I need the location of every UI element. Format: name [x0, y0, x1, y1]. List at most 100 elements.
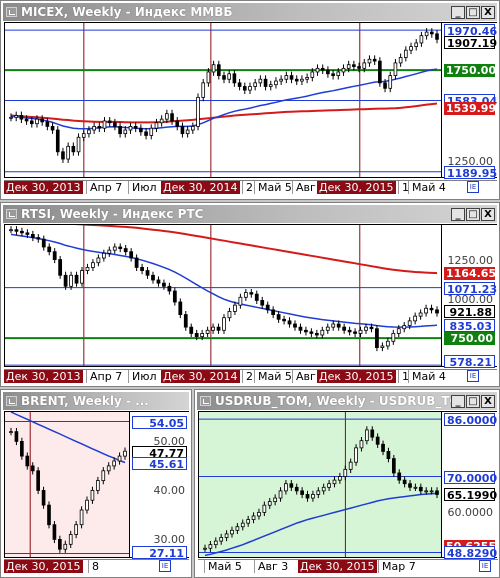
- micex-time-axis[interactable]: Дек 30, 2013 Апр 7 Июл Дек 30, 2014 2 Ма…: [4, 180, 497, 194]
- micex-titlebar[interactable]: MICEX, Weekly - Индекс ММВБ _ □ X: [3, 3, 497, 21]
- usdrub-price-axis[interactable]: 86.000070.000065.199060.000050.625548.82…: [441, 411, 497, 560]
- minimize-button[interactable]: _: [451, 394, 465, 408]
- candle-body: [284, 75, 289, 80]
- time-label: Апр 7: [86, 370, 124, 383]
- candle-body: [189, 326, 194, 334]
- micex-chart-window[interactable]: MICEX, Weekly - Индекс ММВБ _ □ X 1970.4…: [0, 0, 500, 200]
- rtsi-price-chart: [5, 225, 441, 366]
- candle-body: [63, 274, 68, 287]
- candle-body: [97, 125, 102, 129]
- price-tag: 1750.00: [444, 64, 497, 78]
- candle-body: [107, 120, 112, 124]
- brent-chart-window[interactable]: BRENT, Weekly - ... 54.05 50.00 47.77 45.61…: [0, 389, 192, 578]
- candle-body: [260, 300, 265, 306]
- candle-body: [300, 78, 304, 82]
- brent-titlebar[interactable]: BRENT, Weekly - ...: [3, 392, 189, 410]
- chart-settings-icon[interactable]: IE: [467, 370, 479, 382]
- candle-body: [429, 490, 434, 493]
- candle-body: [413, 486, 418, 489]
- chart-settings-icon[interactable]: IE: [479, 560, 491, 572]
- candle-body: [175, 120, 180, 127]
- candle-body: [201, 82, 206, 98]
- candle-body: [357, 66, 361, 69]
- candle-body: [167, 285, 172, 292]
- rtsi-titlebar[interactable]: RTSI, Weekly - Индекс РТС _ □ X: [3, 205, 497, 223]
- time-label: Дек 30, 2013: [4, 181, 83, 194]
- candle-body: [9, 229, 13, 232]
- candle-body: [396, 328, 401, 334]
- candle-body: [87, 129, 91, 135]
- candle-body: [408, 483, 412, 488]
- rtsi-title: RTSI, Weekly - Индекс РТС: [21, 207, 204, 221]
- usdrub-chart-window[interactable]: USDRUB_TOM, Weekly - USDRUB_TOM _ □ X 86…: [194, 389, 500, 578]
- price-tag: 45.61: [132, 456, 187, 471]
- candle-body: [316, 490, 321, 495]
- candle-body: [149, 127, 154, 136]
- candle-body: [336, 71, 341, 77]
- candle-body: [346, 64, 351, 69]
- rtsi-plot-area[interactable]: [4, 224, 442, 367]
- candle-body: [364, 326, 368, 331]
- candle-body: [242, 86, 247, 91]
- candle-body: [353, 331, 357, 334]
- moving-average-blue: [10, 412, 126, 464]
- candle-body: [251, 515, 256, 520]
- candle-body: [227, 73, 232, 80]
- brent-plot-area[interactable]: [4, 411, 130, 558]
- candle-body: [385, 340, 390, 347]
- candle-body: [213, 540, 218, 546]
- candle-body: [30, 234, 35, 238]
- brent-price-axis[interactable]: 54.05 50.00 47.77 45.61 40.00 30.00 27.11: [129, 411, 189, 560]
- candle-body: [45, 121, 50, 127]
- time-label: Дек 30, 2015: [317, 370, 396, 383]
- candle-body: [151, 274, 155, 281]
- candle-body: [123, 129, 128, 135]
- candle-body: [238, 296, 243, 306]
- chart-settings-icon[interactable]: IE: [159, 560, 171, 572]
- candle-body: [380, 345, 385, 348]
- minimize-button[interactable]: _: [451, 5, 465, 19]
- candle-body: [66, 145, 70, 160]
- minimize-button[interactable]: _: [451, 207, 465, 221]
- candle-body: [196, 96, 200, 127]
- candle-body: [162, 282, 166, 287]
- candle-body: [249, 292, 254, 295]
- rtsi-price-axis[interactable]: 1250.00 1164.65 1071.23 1000.00 921.88 835.03…: [441, 224, 497, 369]
- candle-body: [398, 57, 403, 64]
- candle-body: [74, 274, 79, 284]
- maximize-button[interactable]: □: [466, 207, 480, 221]
- maximize-button[interactable]: □: [466, 5, 480, 19]
- micex-price-chart: [5, 23, 441, 177]
- candle-body: [370, 429, 375, 438]
- chart-window-icon: [200, 396, 211, 406]
- candle-body: [265, 304, 270, 311]
- maximize-button[interactable]: □: [466, 394, 480, 408]
- candle-body: [336, 323, 341, 328]
- usdrub-titlebar[interactable]: USDRUB_TOM, Weekly - USDRUB_TOM _ □ X: [197, 392, 497, 410]
- candle-body: [230, 529, 234, 535]
- candle-body: [52, 251, 57, 260]
- candle-body: [343, 468, 348, 477]
- usdrub-time-axis[interactable]: Май 5 Авг 3 Дек 30, 2015 Мар 7: [198, 559, 498, 573]
- micex-plot-area[interactable]: [4, 22, 442, 178]
- price-tag: 1250.00: [447, 253, 494, 267]
- close-button[interactable]: X: [481, 207, 495, 221]
- candle-body: [309, 331, 314, 334]
- candle-body: [154, 122, 159, 129]
- candle-body: [25, 232, 30, 235]
- candle-body: [107, 249, 112, 254]
- moving-average-red: [10, 102, 438, 124]
- candle-body: [248, 86, 252, 91]
- time-label: Авг: [292, 181, 318, 194]
- close-button[interactable]: X: [481, 5, 495, 19]
- rtsi-time-axis[interactable]: Дек 30, 2013 Апр 7 Июл Дек 30, 2014 2 Ма…: [4, 369, 497, 383]
- time-label: Апр 7: [86, 181, 124, 194]
- candle-body: [222, 75, 226, 80]
- close-button[interactable]: X: [481, 394, 495, 408]
- micex-price-axis[interactable]: 1970.461907.191750.001583.041539.991250.…: [441, 22, 497, 180]
- time-label: Июл: [128, 181, 159, 194]
- rtsi-chart-window[interactable]: RTSI, Weekly - Индекс РТС _ □ X 1250.00 1…: [0, 202, 500, 387]
- candle-body: [327, 483, 331, 488]
- usdrub-plot-area[interactable]: [198, 411, 442, 558]
- chart-settings-icon[interactable]: IE: [467, 181, 479, 193]
